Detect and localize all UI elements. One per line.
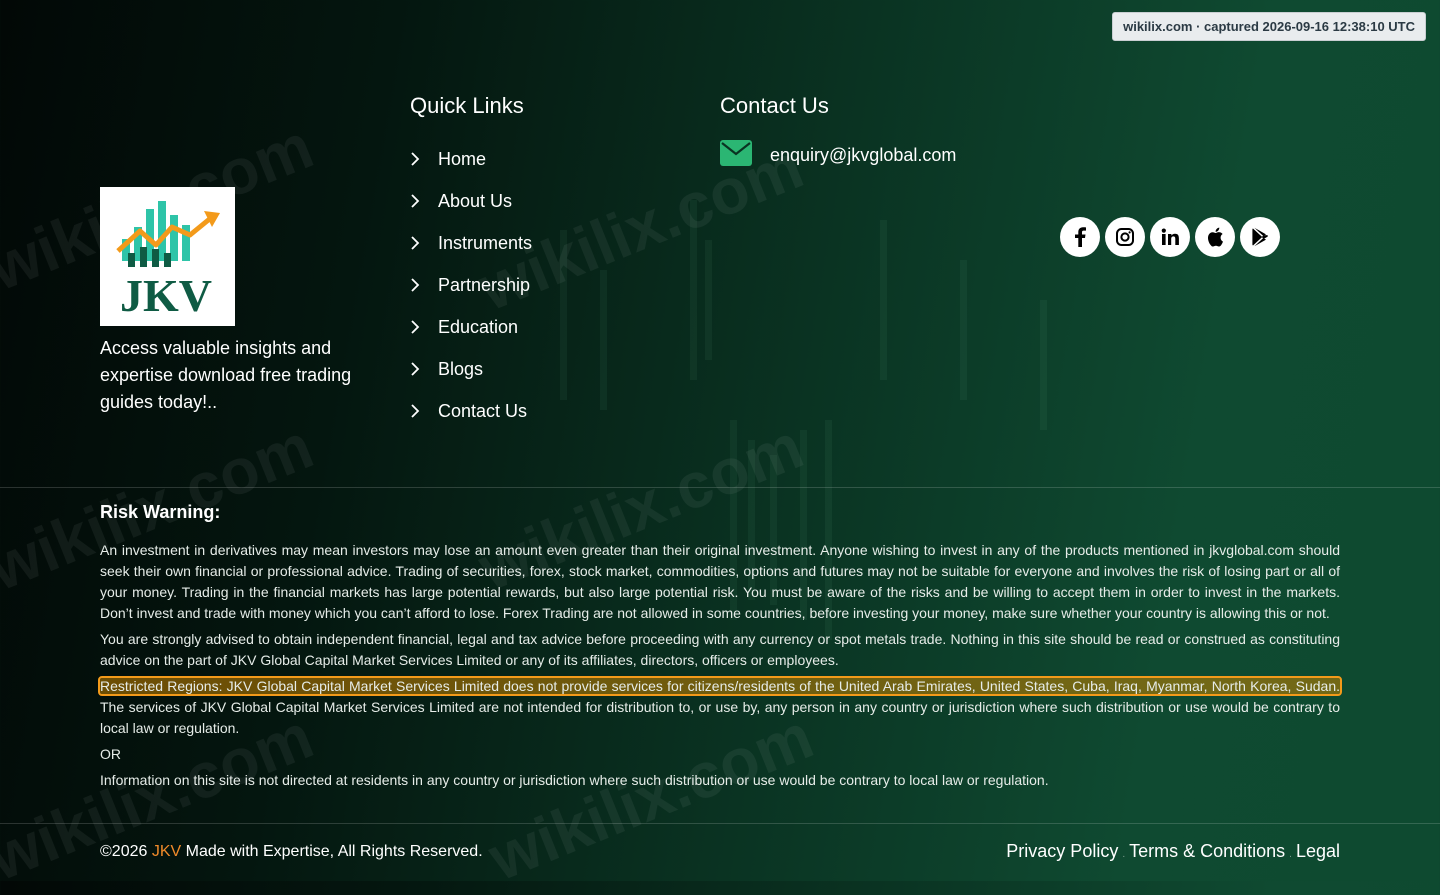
footer-link-separator: . (1289, 849, 1292, 860)
chevron-right-icon (410, 317, 424, 337)
footer-link-separator: . (1122, 849, 1126, 860)
google-play-icon[interactable] (1240, 217, 1280, 257)
quick-link-label: Education (438, 316, 519, 337)
jkv-logo[interactable]: JKV (100, 187, 235, 326)
copyright-suffix: Made with Expertise, All Rights Reserved… (181, 843, 483, 860)
quick-link-label: Blogs (438, 358, 484, 379)
contact-email[interactable]: enquiry@jkvglobal.com (770, 145, 956, 166)
risk-paragraph: Information on this site is not directed… (100, 772, 1049, 788)
quick-links-title: Quick Links (410, 93, 524, 118)
footer-brand-link[interactable]: JKV (152, 843, 181, 860)
quick-link-instruments[interactable]: Instruments (410, 222, 532, 264)
restricted-regions-highlight: Restricted Regions: JKV Global Capital M… (98, 676, 1342, 696)
risk-warning-body: An investment in derivatives may mean in… (98, 540, 1342, 796)
section-divider (0, 487, 1440, 488)
chevron-right-icon (410, 233, 424, 253)
contact-title: Contact Us (720, 93, 829, 118)
logo-wordmark: JKV (120, 270, 212, 321)
quick-links-list: Home About Us Instruments Partnership Ed… (410, 138, 532, 432)
quick-link-partnership[interactable]: Partnership (410, 264, 532, 306)
apple-icon[interactable] (1195, 217, 1235, 257)
quick-link-education[interactable]: Education (410, 306, 532, 348)
chevron-right-icon (410, 401, 424, 421)
risk-paragraph: You are strongly advised to obtain indep… (100, 631, 1340, 668)
envelope-icon (720, 140, 752, 171)
copyright: ©2026 JKV Made with Expertise, All Right… (100, 843, 483, 861)
chevron-right-icon (410, 191, 424, 211)
risk-paragraph-restricted: Restricted Regions: JKV Global Capital M… (98, 676, 1342, 739)
quick-link-contact-us[interactable]: Contact Us (410, 390, 532, 432)
chevron-right-icon (410, 275, 424, 295)
copyright-prefix: ©2026 (100, 843, 152, 860)
linkedin-icon[interactable] (1150, 217, 1190, 257)
quick-link-label: Partnership (438, 274, 531, 295)
legal-link[interactable]: Legal (1296, 841, 1340, 862)
quick-link-about-us[interactable]: About Us (410, 180, 532, 222)
footer-divider (0, 823, 1440, 824)
risk-warning-title: Risk Warning: (100, 502, 221, 522)
instagram-icon[interactable] (1105, 217, 1145, 257)
restricted-regions-rest: The services of JKV Global Capital Marke… (100, 699, 1340, 736)
risk-or: OR (100, 746, 121, 762)
footer-links: Privacy Policy . Terms & Conditions . Le… (1006, 841, 1340, 862)
quick-link-label: Instruments (438, 232, 533, 253)
tagline: Access valuable insights and expertise d… (100, 338, 352, 412)
quick-link-label: Home (438, 148, 487, 169)
risk-paragraph: An investment in derivatives may mean in… (100, 542, 1340, 621)
social-links (1060, 217, 1280, 257)
quick-link-blogs[interactable]: Blogs (410, 348, 532, 390)
privacy-policy-link[interactable]: Privacy Policy (1006, 841, 1118, 862)
chevron-right-icon (410, 149, 424, 169)
quick-link-home[interactable]: Home (410, 138, 532, 180)
jkv-logo-graphic: JKV (116, 201, 220, 321)
terms-conditions-link[interactable]: Terms & Conditions (1129, 841, 1285, 862)
contact-email-row[interactable]: enquiry@jkvglobal.com (720, 140, 956, 171)
quick-link-label: About Us (438, 190, 513, 211)
quick-link-label: Contact Us (438, 400, 528, 421)
chevron-right-icon (410, 359, 424, 379)
capture-badge: wikilix.com · captured 2026-09-16 12:38:… (1112, 12, 1426, 41)
facebook-icon[interactable] (1060, 217, 1100, 257)
